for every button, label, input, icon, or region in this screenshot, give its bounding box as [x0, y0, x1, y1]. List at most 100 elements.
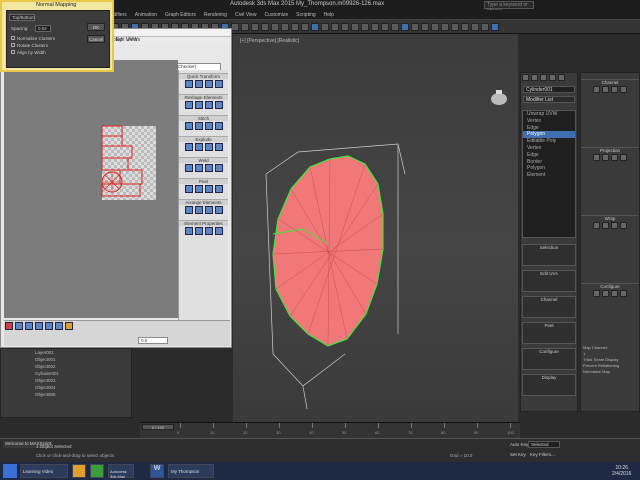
viewport-scene[interactable] — [233, 34, 518, 422]
toolbar-tool-icon[interactable] — [271, 23, 279, 31]
taskbar-folder-icon[interactable] — [72, 464, 86, 478]
modifier-stack-item[interactable]: Polygon — [523, 165, 575, 172]
uv-tool-icon[interactable] — [194, 101, 203, 109]
rollout[interactable]: Display — [522, 374, 576, 396]
uv-tool-icon[interactable] — [214, 164, 223, 172]
section-tool-icon[interactable] — [593, 86, 600, 93]
menu-item[interactable]: Help — [324, 12, 334, 18]
uv-tool-icon[interactable] — [194, 206, 203, 214]
checkbox-icon[interactable] — [11, 43, 15, 47]
toolbar-tool-icon[interactable] — [241, 23, 249, 31]
spacing-input[interactable]: 0.02 — [35, 25, 51, 32]
uv-tool-icon[interactable] — [184, 143, 193, 151]
section-tool-icon[interactable] — [611, 222, 618, 229]
modifier-stack[interactable]: Unwrap UVW Vertex Edge Polygon Editable Poly… — [522, 110, 576, 238]
ok-button[interactable]: OK — [87, 23, 105, 31]
uv-tool-icon[interactable] — [184, 101, 193, 109]
modifier-stack-item[interactable]: Polygon — [523, 131, 575, 139]
uv-tool-icon[interactable] — [184, 206, 193, 214]
section-tool-icon[interactable] — [602, 290, 609, 297]
section-tool-icon[interactable] — [620, 222, 627, 229]
uv-tool-icon[interactable] — [204, 101, 213, 109]
toolbar-tool-icon[interactable] — [401, 23, 409, 31]
uv-tool-icon[interactable] — [184, 227, 193, 235]
uv-tool-icon[interactable] — [204, 227, 213, 235]
uv-tool-icon[interactable] — [204, 122, 213, 130]
key-mode-dropdown[interactable]: Selected — [528, 441, 560, 448]
green-channel-icon[interactable] — [15, 322, 23, 330]
section-tool-icon[interactable] — [620, 154, 627, 161]
toolbar-tool-icon[interactable] — [341, 23, 349, 31]
toolbar-tool-icon[interactable] — [421, 23, 429, 31]
toolbar-tool-icon[interactable] — [361, 23, 369, 31]
toolbar-tool-icon[interactable] — [291, 23, 299, 31]
uv-tool-icon[interactable] — [194, 80, 203, 88]
menu-item[interactable]: Scripting — [296, 12, 315, 18]
toolbar-tool-icon[interactable] — [251, 23, 259, 31]
uv-tool-icon[interactable] — [204, 143, 213, 151]
toolbar-tool-icon[interactable] — [461, 23, 469, 31]
rollout[interactable]: Configure — [522, 348, 576, 370]
modifier-stack-item[interactable]: Border — [523, 159, 575, 166]
key-filters-button[interactable]: Key Filters... — [530, 452, 555, 457]
motion-tab-icon[interactable] — [549, 74, 556, 81]
menu-item[interactable]: Animation — [135, 12, 157, 18]
toolbar-tool-icon[interactable] — [481, 23, 489, 31]
section-tool-icon[interactable] — [620, 86, 627, 93]
mapping-option[interactable]: Rotate Clusters — [11, 42, 55, 49]
checkbox-icon[interactable] — [11, 36, 15, 40]
uv-value-field[interactable]: 0.0 — [138, 337, 168, 344]
uv-tool-icon[interactable] — [204, 164, 213, 172]
uv-tool-icon[interactable] — [194, 164, 203, 172]
uv-tool-icon[interactable] — [204, 185, 213, 193]
menu-item[interactable]: Civil View — [235, 12, 257, 18]
red-channel-icon[interactable] — [5, 322, 13, 330]
rollout[interactable]: Peel — [522, 322, 576, 344]
windows-start-icon[interactable] — [3, 464, 17, 478]
mapping-option[interactable]: Align by Width — [11, 49, 55, 56]
param-normalize-map[interactable]: Normalize Map — [581, 369, 639, 375]
rollout[interactable]: Selection — [522, 244, 576, 266]
toolbar-tool-icon[interactable] — [381, 23, 389, 31]
modifier-stack-item[interactable]: Edge — [523, 152, 575, 159]
uv-tool-icon[interactable] — [184, 80, 193, 88]
section-tool-icon[interactable] — [593, 222, 600, 229]
taskbar-item-max[interactable]: Autodesk 3ds Max — [108, 464, 134, 479]
uv-tool-icon[interactable] — [214, 101, 223, 109]
toolbar-tool-icon[interactable] — [431, 23, 439, 31]
uv-tool-icon[interactable] — [214, 227, 223, 235]
display-tab-icon[interactable] — [558, 74, 565, 81]
taskbar-item-video[interactable]: Learning Video — [20, 464, 68, 478]
toolbar-tool-icon[interactable] — [371, 23, 379, 31]
toolbar-tool-icon[interactable] — [231, 23, 239, 31]
menu-item[interactable]: Customize — [265, 12, 289, 18]
toolbar-tool-icon[interactable] — [391, 23, 399, 31]
rollout[interactable]: Edit UVs — [522, 270, 576, 292]
section-tool-icon[interactable] — [593, 290, 600, 297]
uv-tool-icon[interactable] — [194, 185, 203, 193]
menu-item[interactable]: Graph Editors — [165, 12, 196, 18]
scene-item[interactable]: Object001 — [1, 356, 131, 363]
modifier-stack-item[interactable]: Editable Poly — [523, 138, 575, 145]
uv-tool-icon[interactable] — [184, 164, 193, 172]
set-key-button[interactable]: Set Key — [510, 452, 526, 457]
viewcube-teapot-icon[interactable] — [488, 88, 510, 106]
toolbar-tool-icon[interactable] — [281, 23, 289, 31]
uv-tool-icon[interactable] — [204, 206, 213, 214]
object-name-field[interactable]: Cylinder001 — [523, 86, 575, 93]
blue-channel-icon[interactable] — [25, 322, 33, 330]
modifier-list-dropdown[interactable]: Modifier List — [523, 96, 575, 103]
toolbar-tool-icon[interactable] — [491, 23, 499, 31]
rollout[interactable]: Channel — [522, 296, 576, 318]
cancel-button[interactable]: Cancel — [87, 35, 105, 43]
section-tool-icon[interactable] — [602, 222, 609, 229]
modifier-stack-item[interactable]: Vertex — [523, 145, 575, 152]
uv-tool-icon[interactable] — [214, 122, 223, 130]
mapping-option[interactable]: Normalize Clusters — [11, 35, 55, 42]
section-tool-icon[interactable] — [611, 86, 618, 93]
scene-root-item[interactable]: Layer001 — [1, 349, 131, 356]
edge-select-icon[interactable] — [45, 322, 53, 330]
uv-tool-icon[interactable] — [204, 80, 213, 88]
section-tool-icon[interactable] — [602, 154, 609, 161]
modifier-stack-item[interactable]: Unwrap UVW — [523, 111, 575, 118]
